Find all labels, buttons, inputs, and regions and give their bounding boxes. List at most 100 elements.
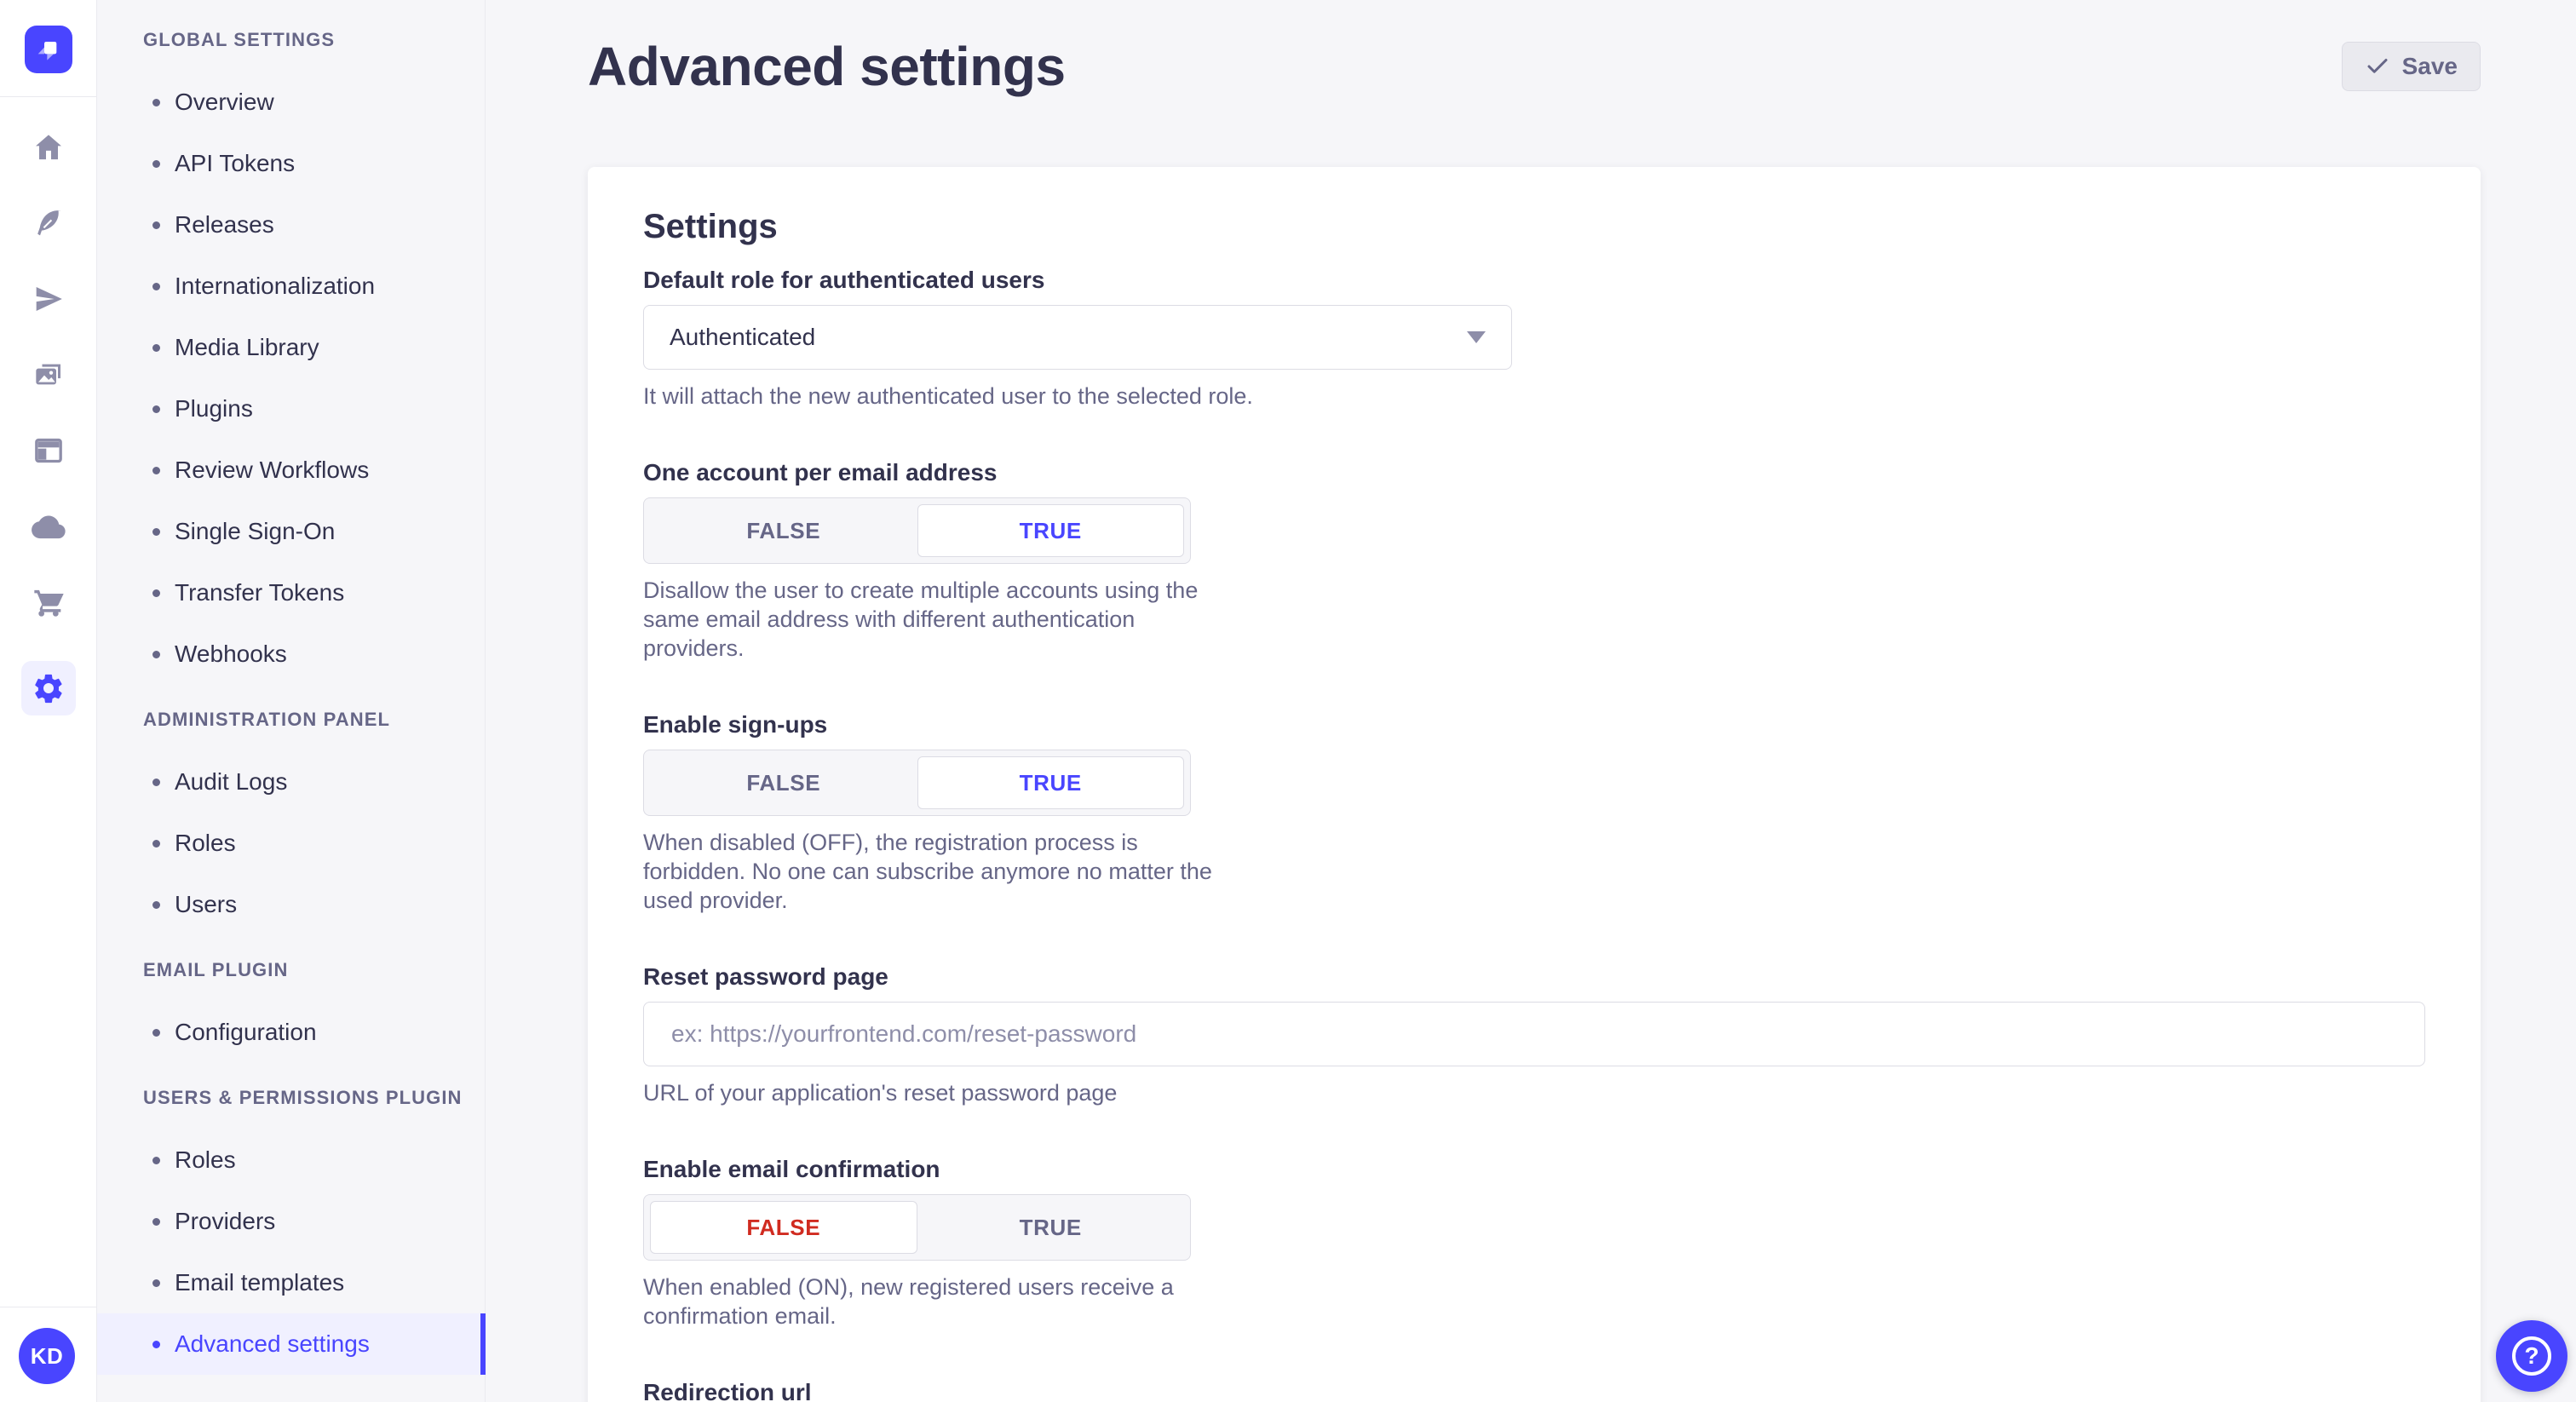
one-account-per-email-toggle: FALSE TRUE <box>643 497 1191 564</box>
sidebar-item-label: Advanced settings <box>175 1330 370 1358</box>
sidebar-item-label: Providers <box>175 1208 275 1235</box>
sidebar-item-label: API Tokens <box>175 150 295 177</box>
sidebar-item-email-templates[interactable]: Email templates <box>97 1252 485 1313</box>
sidebar-item-label: Plugins <box>175 395 253 422</box>
bullet-icon <box>152 405 160 413</box>
bullet-icon <box>152 528 160 536</box>
bullet-icon <box>152 1341 160 1348</box>
sidebar-item-label: Webhooks <box>175 641 287 668</box>
default-role-select[interactable]: Authenticated <box>643 305 1512 370</box>
sidebar-item-webhooks[interactable]: Webhooks <box>97 623 485 685</box>
select-value: Authenticated <box>670 324 815 351</box>
sidebar-item-roles[interactable]: Roles <box>97 1129 485 1191</box>
strapi-logo[interactable] <box>25 26 72 73</box>
bullet-icon <box>152 901 160 909</box>
sidebar-item-providers[interactable]: Providers <box>97 1191 485 1252</box>
sidebar-item-internationalization[interactable]: Internationalization <box>97 256 485 317</box>
bullet-icon <box>152 651 160 658</box>
sidebar-item-configuration[interactable]: Configuration <box>97 1002 485 1063</box>
help-button[interactable]: ? <box>2496 1320 2567 1392</box>
field-redirection-url: Redirection url <box>643 1378 2425 1402</box>
field-hint: URL of your application's reset password… <box>643 1078 2425 1107</box>
sidebar-item-roles[interactable]: Roles <box>97 813 485 874</box>
enable-email-confirmation-toggle: FALSE TRUE <box>643 1194 1191 1261</box>
send-plane-icon[interactable] <box>32 282 66 316</box>
field-label: Enable sign-ups <box>643 710 2425 739</box>
field-hint: Disallow the user to create multiple acc… <box>643 576 2425 663</box>
main-nav-rail: KD <box>0 0 97 1402</box>
toggle-option-false[interactable]: FALSE <box>650 1201 917 1254</box>
sidebar-item-label: Configuration <box>175 1019 317 1046</box>
settings-gear-icon[interactable] <box>21 661 76 715</box>
field-hint: It will attach the new authenticated use… <box>643 382 2425 411</box>
sidebar-item-releases[interactable]: Releases <box>97 194 485 256</box>
bullet-icon <box>152 1279 160 1287</box>
sidebar-item-media-library[interactable]: Media Library <box>97 317 485 378</box>
toggle-option-true[interactable]: TRUE <box>917 756 1185 809</box>
field-enable-sign-ups: Enable sign-ups FALSE TRUE When disabled… <box>643 710 2425 915</box>
sidebar-item-label: Review Workflows <box>175 457 369 484</box>
sidebar-item-label: Media Library <box>175 334 319 361</box>
card-title: Settings <box>643 208 2425 245</box>
toggle-option-true[interactable]: TRUE <box>917 504 1185 557</box>
content-manager-layout-icon[interactable] <box>32 434 66 468</box>
field-default-role: Default role for authenticated users Aut… <box>643 266 2425 411</box>
bullet-icon <box>152 589 160 597</box>
settings-sidebar: GLOBAL SETTINGSOverviewAPI TokensRelease… <box>97 0 486 1402</box>
bullet-icon <box>152 840 160 848</box>
bullet-icon <box>152 221 160 229</box>
sidebar-item-label: Roles <box>175 1146 236 1174</box>
reset-password-page-input[interactable] <box>643 1002 2425 1066</box>
sidebar-item-advanced-settings[interactable]: Advanced settings <box>97 1313 485 1375</box>
field-enable-email-confirmation: Enable email confirmation FALSE TRUE Whe… <box>643 1155 2425 1330</box>
settings-card: Settings Default role for authenticated … <box>588 167 2481 1402</box>
field-label: Enable email confirmation <box>643 1155 2425 1184</box>
avatar[interactable]: KD <box>19 1328 75 1384</box>
sidebar-item-label: Roles <box>175 830 236 857</box>
bullet-icon <box>152 160 160 168</box>
field-label: Reset password page <box>643 962 2425 991</box>
toggle-option-true[interactable]: TRUE <box>917 1201 1185 1254</box>
sidebar-item-label: Releases <box>175 211 274 238</box>
sidebar-item-audit-logs[interactable]: Audit Logs <box>97 751 485 813</box>
bullet-icon <box>152 779 160 786</box>
bullet-icon <box>152 1218 160 1226</box>
sidebar-item-api-tokens[interactable]: API Tokens <box>97 133 485 194</box>
bullet-icon <box>152 99 160 106</box>
bullet-icon <box>152 1157 160 1164</box>
media-library-pictures-icon[interactable] <box>32 358 66 392</box>
toggle-option-false[interactable]: FALSE <box>650 756 917 809</box>
cloud-icon[interactable] <box>32 509 66 543</box>
sidebar-item-label: Overview <box>175 89 274 116</box>
field-label: One account per email address <box>643 458 2425 487</box>
sidebar-item-plugins[interactable]: Plugins <box>97 378 485 440</box>
enable-sign-ups-toggle: FALSE TRUE <box>643 750 1191 816</box>
sidebar-section-title: USERS & PERMISSIONS PLUGIN <box>97 1083 485 1112</box>
field-label: Redirection url <box>643 1378 2425 1402</box>
check-icon <box>2365 54 2390 79</box>
bullet-icon <box>152 467 160 474</box>
bullet-icon <box>152 283 160 290</box>
sidebar-item-label: Audit Logs <box>175 768 287 796</box>
question-mark-icon: ? <box>2512 1336 2551 1376</box>
sidebar-item-transfer-tokens[interactable]: Transfer Tokens <box>97 562 485 623</box>
sidebar-item-users[interactable]: Users <box>97 874 485 935</box>
marketplace-cart-icon[interactable] <box>32 585 66 619</box>
bullet-icon <box>152 1029 160 1037</box>
sidebar-item-label: Transfer Tokens <box>175 579 344 606</box>
sidebar-section-title: EMAIL PLUGIN <box>97 956 485 985</box>
save-button-label: Save <box>2402 53 2458 80</box>
content-type-builder-feather-icon[interactable] <box>32 206 66 240</box>
field-one-account-per-email: One account per email address FALSE TRUE… <box>643 458 2425 663</box>
home-icon[interactable] <box>32 130 66 164</box>
sidebar-item-single-sign-on[interactable]: Single Sign-On <box>97 501 485 562</box>
field-hint: When disabled (OFF), the registration pr… <box>643 828 2425 915</box>
field-reset-password-page: Reset password page URL of your applicat… <box>643 962 2425 1107</box>
sidebar-section-title: ADMINISTRATION PANEL <box>97 705 485 734</box>
save-button[interactable]: Save <box>2342 42 2481 91</box>
strapi-logo-icon <box>32 32 66 66</box>
sidebar-item-label: Internationalization <box>175 273 375 300</box>
sidebar-item-review-workflows[interactable]: Review Workflows <box>97 440 485 501</box>
sidebar-item-overview[interactable]: Overview <box>97 72 485 133</box>
toggle-option-false[interactable]: FALSE <box>650 504 917 557</box>
